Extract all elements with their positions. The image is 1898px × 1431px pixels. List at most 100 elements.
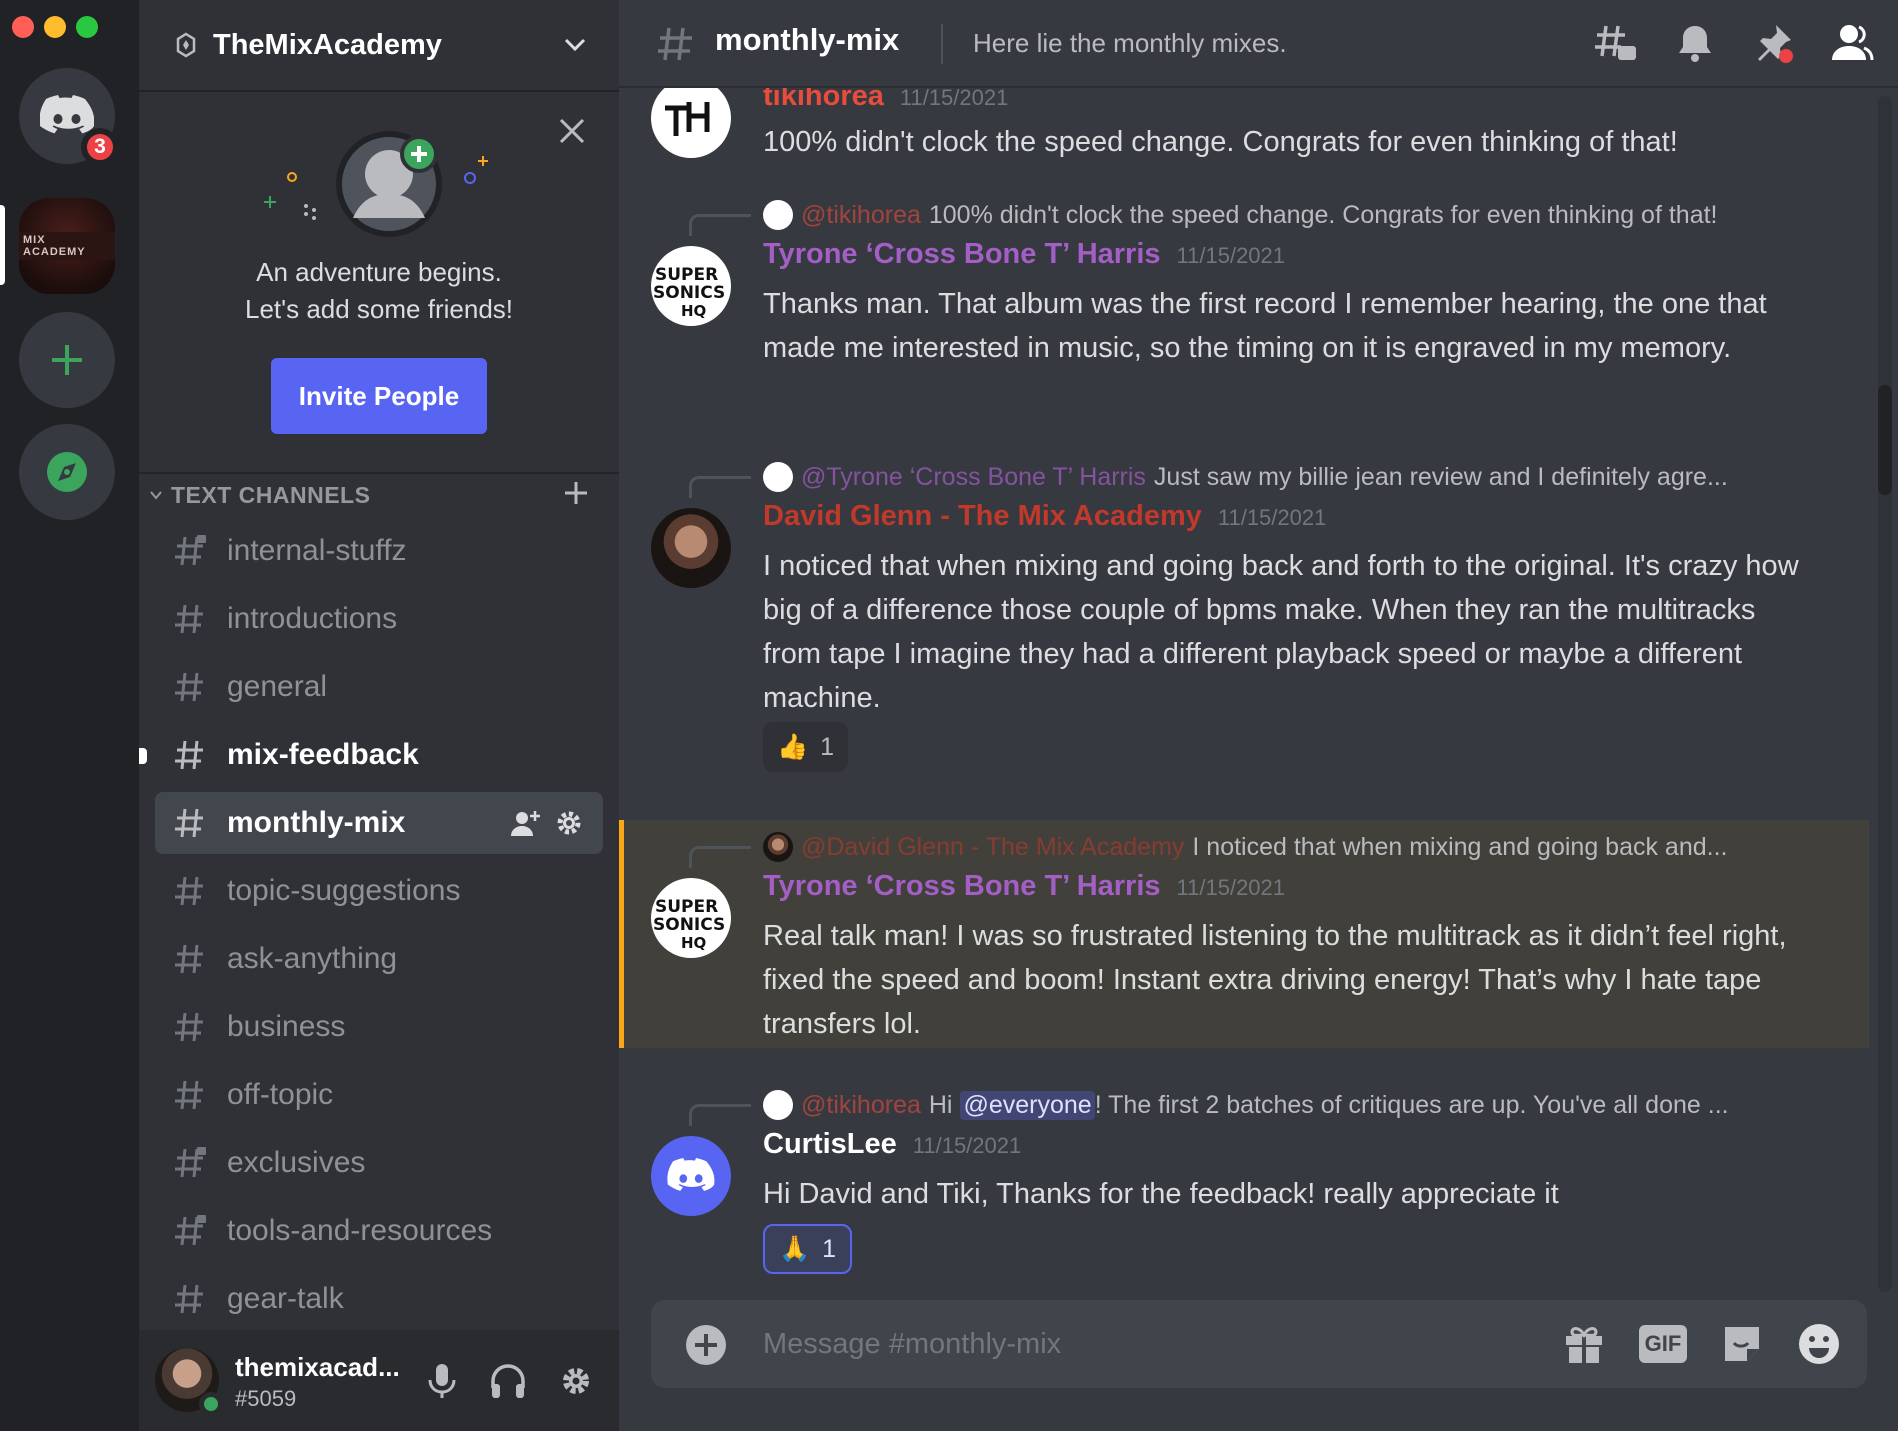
reply-author[interactable]: @tikihorea (801, 1091, 921, 1120)
channel-item-off-topic[interactable]: off-topic (155, 1064, 603, 1126)
sticker-icon[interactable] (1721, 1323, 1763, 1365)
user-settings-gear-icon[interactable] (557, 1362, 595, 1400)
headphones-icon[interactable] (489, 1362, 527, 1400)
channel-label: mix-feedback (227, 738, 419, 771)
locked-hashtag-icon (173, 1146, 213, 1180)
explore-servers-button[interactable] (19, 424, 115, 520)
avatar-tyrone[interactable]: SUPER SONICS HQ (651, 878, 731, 958)
message-input[interactable]: Message #monthly-mix (763, 1328, 1061, 1361)
member-list-icon[interactable] (1830, 22, 1874, 64)
category-label: TEXT CHANNELS (171, 482, 371, 508)
emoji-picker-icon[interactable] (1797, 1322, 1841, 1366)
message-composer[interactable]: Message #monthly-mix GIF (651, 1300, 1867, 1388)
reply-avatar (763, 200, 793, 230)
unread-indicator (139, 748, 147, 764)
message-timestamp: 11/15/2021 (1217, 505, 1327, 530)
message-author[interactable]: tikihorea (763, 88, 884, 112)
channel-topic[interactable]: Here lie the monthly mixes. (973, 28, 1287, 59)
channel-item-business[interactable]: business (155, 996, 603, 1058)
hashtag-icon (173, 1282, 213, 1316)
channel-item-gear-talk[interactable]: gear-talk (155, 1268, 603, 1330)
hashtag-icon (173, 1078, 213, 1112)
channel-label: topic-suggestions (227, 874, 461, 907)
message-author[interactable]: CurtisLee (763, 1128, 897, 1160)
channel-item-monthly-mix[interactable]: monthly-mix (155, 792, 603, 854)
reply-preview[interactable]: @tikihorea 100% didn't clock the speed c… (763, 198, 1718, 232)
gif-button[interactable]: GIF (1639, 1325, 1687, 1363)
threads-icon[interactable] (1594, 22, 1638, 66)
channel-label: off-topic (227, 1078, 334, 1111)
reply-preview[interactable]: @David Glenn - The Mix Academy I noticed… (763, 830, 1727, 864)
channel-label: exclusives (227, 1146, 366, 1179)
message-highlighted[interactable]: @David Glenn - The Mix Academy I noticed… (619, 820, 1869, 1048)
channel-item-introductions[interactable]: introductions (155, 588, 603, 650)
chat-area: monthly-mix Here lie the monthly mixes. … (619, 0, 1898, 1431)
message[interactable]: tikihorea 11/15/2021 100% didn't clock th… (619, 88, 1869, 178)
invite-member-icon[interactable] (511, 809, 541, 839)
reply-text: 100% didn't clock the speed change. Cong… (928, 200, 1718, 229)
channel-item-topic-suggestions[interactable]: topic-suggestions (155, 860, 603, 922)
message[interactable]: @Tyrone ‘Cross Bone T’ Harris Just saw m… (619, 450, 1869, 880)
home-button[interactable]: 3 (19, 68, 119, 166)
friends-card-line1: An adventure begins. (256, 257, 502, 287)
scrollbar-thumb[interactable] (1878, 385, 1892, 495)
scrollbar-track[interactable] (1878, 96, 1892, 1292)
channel-item-mix-feedback[interactable]: mix-feedback (139, 724, 603, 786)
avatar-david-glenn[interactable] (651, 508, 731, 588)
category-text-channels[interactable]: TEXT CHANNELS (139, 472, 619, 512)
window-close-button[interactable] (12, 16, 34, 38)
avatar-tikihorea[interactable] (651, 88, 731, 158)
channel-settings-gear-icon[interactable] (555, 809, 583, 837)
channel-item-tools-and-resources[interactable]: tools-and-resources (155, 1200, 603, 1262)
channel-item-general[interactable]: general (155, 656, 603, 718)
notification-bell-icon[interactable] (1674, 22, 1716, 64)
channel-label: gear-talk (227, 1282, 344, 1315)
channel-label: general (227, 670, 328, 703)
message-content: Thanks man. That album was the first rec… (763, 288, 1767, 364)
server-name: TheMixAcademy (213, 28, 442, 61)
message-author[interactable]: David Glenn - The Mix Academy (763, 500, 1202, 532)
message-timestamp: 11/15/2021 (912, 1133, 1022, 1158)
channel-label: internal-stuffz (227, 534, 407, 567)
channel-item-exclusives[interactable]: exclusives (155, 1132, 603, 1194)
locked-hashtag-icon (173, 1214, 213, 1248)
microphone-icon[interactable] (425, 1362, 459, 1400)
upload-plus-icon[interactable] (685, 1324, 727, 1366)
hashtag-icon (173, 670, 213, 704)
reply-author[interactable]: @tikihorea (801, 201, 921, 230)
add-server-button[interactable] (19, 312, 115, 408)
reply-spine (689, 476, 751, 498)
channel-item-internal-stuffz[interactable]: internal-stuffz (155, 520, 603, 582)
message-author[interactable]: Tyrone ‘Cross Bone T’ Harris (763, 238, 1161, 270)
server-header[interactable]: TheMixAcademy (139, 0, 619, 92)
avatar-curtislee[interactable] (651, 1136, 731, 1216)
window-minimize-button[interactable] (44, 16, 66, 38)
create-channel-plus-icon[interactable] (563, 480, 589, 506)
server-icon-themixacademy[interactable]: MIX ACADEMY (19, 198, 115, 294)
message-author[interactable]: Tyrone ‘Cross Bone T’ Harris (763, 870, 1161, 902)
window-zoom-button[interactable] (76, 16, 98, 38)
avatar-tyrone[interactable]: SUPER SONICS HQ (651, 246, 731, 326)
channel-label: ask-anything (227, 942, 398, 975)
server-rail: 3 MIX ACADEMY (0, 0, 139, 1431)
reply-author[interactable]: @Tyrone ‘Cross Bone T’ Harris (801, 463, 1146, 492)
reply-preview[interactable]: @tikihorea Hi @everyone ! The first 2 ba… (763, 1088, 1729, 1122)
gift-icon[interactable] (1563, 1323, 1605, 1365)
reaction-folded-hands[interactable]: 🙏 1 (763, 1224, 853, 1274)
chevron-down-icon[interactable] (561, 30, 589, 58)
reply-preview[interactable]: @Tyrone ‘Cross Bone T’ Harris Just saw m… (763, 460, 1728, 494)
hashtag-icon (173, 874, 213, 908)
reaction-thumbs-up[interactable]: 👍 1 (763, 722, 849, 772)
reply-spine (689, 846, 751, 868)
everyone-mention[interactable]: @everyone (960, 1090, 1095, 1120)
channel-item-ask-anything[interactable]: ask-anything (155, 928, 603, 990)
message-author-row: CurtisLee 11/15/2021 (763, 1128, 1021, 1161)
message[interactable]: @tikihorea 100% didn't clock the speed c… (619, 188, 1869, 428)
invite-people-button[interactable]: Invite People (271, 358, 487, 434)
reply-author[interactable]: @David Glenn - The Mix Academy (801, 833, 1184, 862)
message-timestamp: 11/15/2021 (899, 88, 1009, 110)
message[interactable]: @tikihorea Hi @everyone ! The first 2 ba… (619, 1078, 1869, 1288)
pinned-messages-icon[interactable] (1752, 22, 1794, 64)
svg-text:HQ: HQ (681, 934, 706, 952)
reply-avatar (763, 462, 793, 492)
